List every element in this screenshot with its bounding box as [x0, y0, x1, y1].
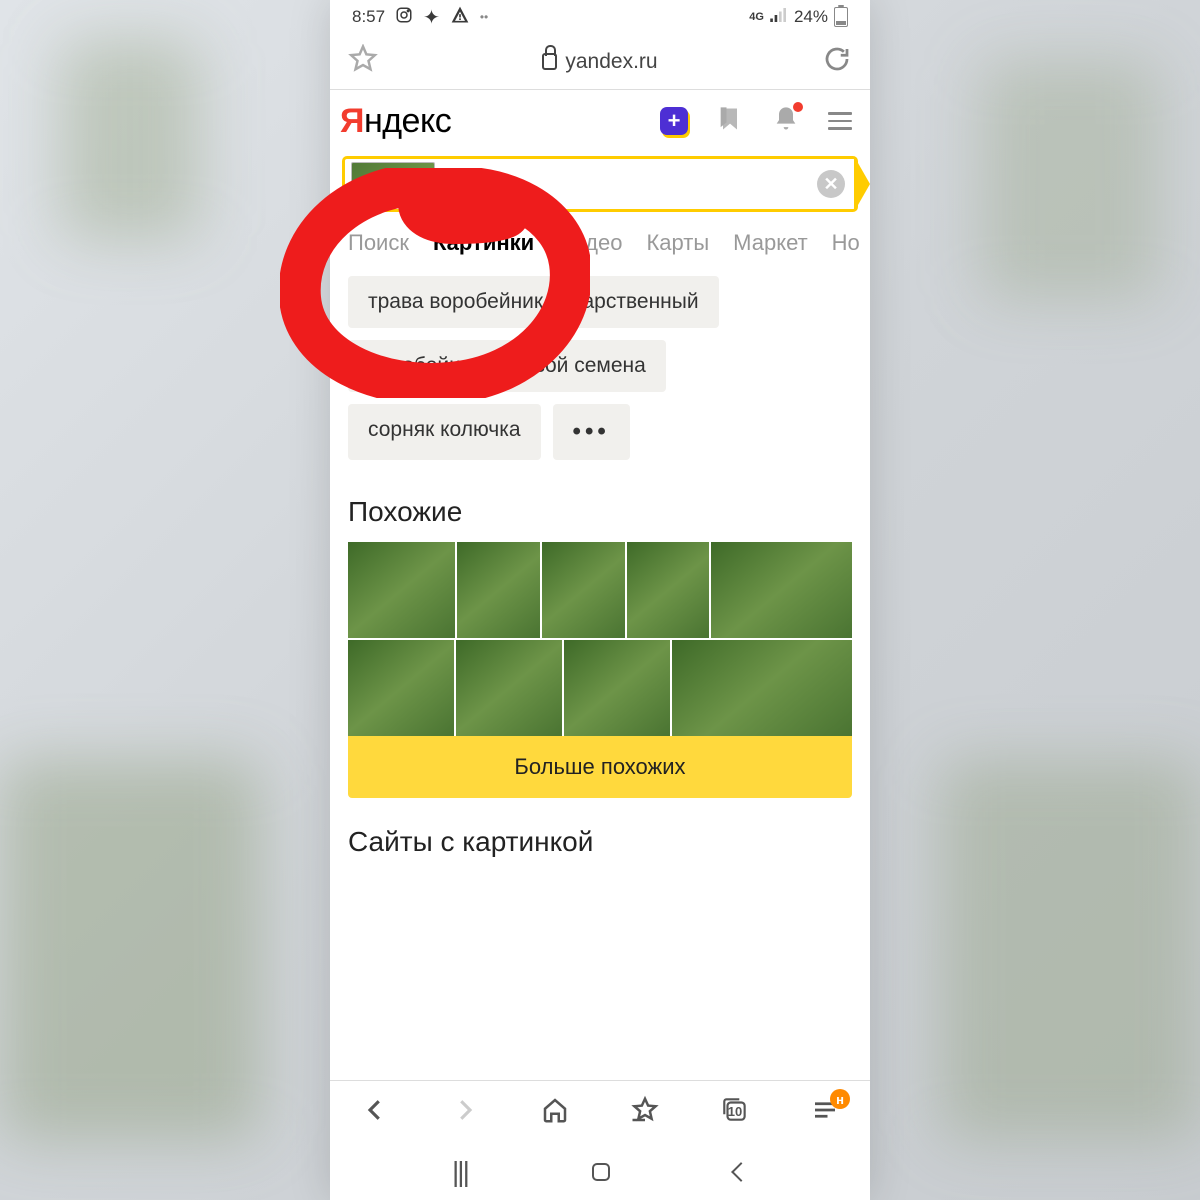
url-text: yandex.ru	[565, 50, 657, 74]
phone-frame: 8:57 ✦ •• 4G 24% yandex.ru	[330, 0, 870, 1200]
bookmark-icon[interactable]	[716, 105, 744, 138]
status-bar: 8:57 ✦ •• 4G 24%	[330, 0, 870, 34]
image-result[interactable]	[627, 542, 710, 638]
notifications-icon[interactable]	[772, 105, 800, 138]
reload-icon[interactable]	[822, 44, 852, 79]
image-result[interactable]	[348, 640, 454, 736]
nav-back-icon[interactable]	[360, 1095, 390, 1130]
chip-more[interactable]: •••	[553, 404, 630, 460]
bookmark-star-icon[interactable]	[348, 44, 378, 79]
lock-icon	[542, 53, 557, 70]
recent-apps-button[interactable]: |||	[452, 1156, 468, 1188]
chip-suggestion[interactable]: воробейник полевой семена	[348, 340, 666, 392]
home-button[interactable]	[592, 1163, 610, 1181]
network-4g-icon: 4G	[749, 11, 764, 23]
more-similar-button[interactable]: Больше похожих	[348, 736, 852, 798]
image-result[interactable]	[457, 542, 540, 638]
notification-dot	[793, 102, 803, 112]
image-result[interactable]	[564, 640, 670, 736]
nav-forward-icon	[450, 1095, 480, 1130]
browser-address-bar: yandex.ru	[330, 34, 870, 90]
tab-maps[interactable]: Карты	[646, 230, 709, 256]
battery-percent: 24%	[794, 7, 828, 27]
status-time: 8:57	[352, 7, 385, 27]
tabs-icon[interactable]: 10	[720, 1095, 750, 1130]
menu-icon[interactable]	[828, 112, 852, 130]
search-box[interactable]: ✕	[342, 156, 858, 212]
tabs-count: 10	[720, 1104, 750, 1119]
tab-search[interactable]: Поиск	[348, 230, 409, 256]
image-result[interactable]	[456, 640, 562, 736]
menu-badge: н	[830, 1089, 850, 1109]
sparkle-icon: ✦	[423, 5, 440, 30]
address-bar-url[interactable]: yandex.ru	[542, 50, 657, 74]
more-dots-icon: ••	[480, 10, 488, 24]
browser-menu-icon[interactable]: н	[810, 1095, 840, 1130]
search-tabs: Поиск Картинки Видео Карты Маркет Но	[330, 212, 870, 268]
yandex-header: Яндекс +	[330, 90, 870, 152]
image-result[interactable]	[542, 542, 625, 638]
signal-icon	[770, 7, 788, 27]
similar-images-grid	[330, 542, 870, 736]
android-nav-bar: |||	[330, 1144, 870, 1200]
section-similar-title: Похожие	[330, 470, 870, 542]
browser-bottom-bar: 10 н	[330, 1080, 870, 1144]
chip-suggestion[interactable]: сорняк колючка	[348, 404, 541, 460]
image-result[interactable]	[672, 640, 852, 736]
battery-icon	[834, 7, 848, 27]
chip-suggestion[interactable]: трава воробейник лекарственный	[348, 276, 719, 328]
section-sites-title: Сайты с картинкой	[330, 798, 870, 872]
clear-search-icon[interactable]: ✕	[817, 170, 845, 198]
instagram-icon	[395, 6, 413, 29]
tab-more[interactable]: Но	[832, 230, 860, 256]
tab-video[interactable]: Видео	[558, 230, 622, 256]
tab-market[interactable]: Маркет	[733, 230, 808, 256]
search-image-thumbnail[interactable]	[351, 162, 435, 206]
yandex-logo[interactable]: Яндекс	[340, 102, 451, 141]
plus-icon[interactable]: +	[660, 107, 688, 135]
home-icon[interactable]	[540, 1095, 570, 1130]
tab-images[interactable]: Картинки	[433, 230, 534, 256]
back-button[interactable]	[731, 1162, 751, 1182]
warning-icon	[450, 5, 470, 30]
suggestion-chips: трава воробейник лекарственный воробейни…	[330, 268, 870, 470]
image-result[interactable]	[711, 542, 852, 638]
favorites-icon[interactable]	[630, 1095, 660, 1130]
image-result[interactable]	[348, 542, 455, 638]
